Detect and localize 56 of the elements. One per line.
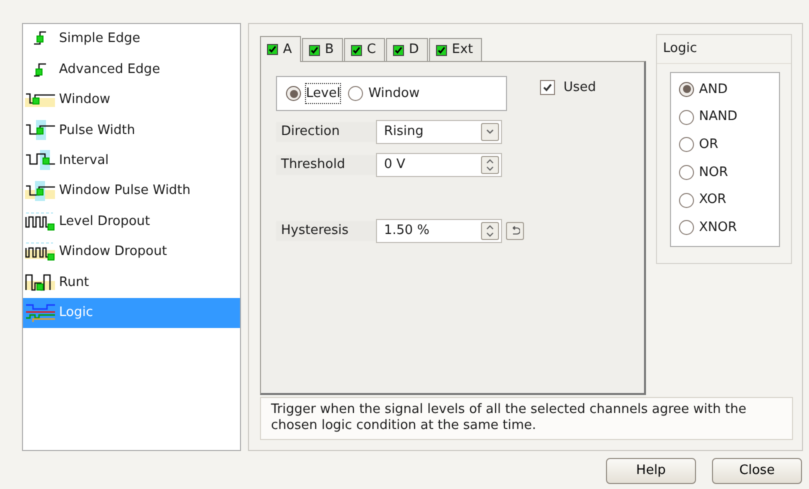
spin-arrows-icon xyxy=(485,224,495,238)
check-icon xyxy=(267,44,278,55)
logic-radio[interactable]: NAND xyxy=(679,103,779,131)
trigger-type-item[interactable]: Advanced Edge xyxy=(23,54,240,85)
used-label: Used xyxy=(563,78,596,97)
trigger-type-item[interactable]: Pulse Width xyxy=(23,115,240,146)
waveform-icon xyxy=(25,150,55,172)
waveform-icon xyxy=(25,302,55,324)
check-icon xyxy=(542,82,554,93)
channel-tab[interactable]: B xyxy=(302,38,343,61)
logic-radio[interactable]: AND xyxy=(679,76,779,104)
mode-radio[interactable]: Level xyxy=(286,84,340,104)
trigger-type-item[interactable]: Window Dropout xyxy=(23,236,240,268)
logic-radio[interactable]: NOR xyxy=(679,158,779,186)
waveform-icon xyxy=(33,62,47,78)
field-label: Threshold xyxy=(276,155,376,175)
used-checkbox[interactable] xyxy=(540,80,556,95)
trigger-type-item[interactable]: Interval xyxy=(23,146,240,176)
waveform-icon xyxy=(25,180,55,202)
dialog-button[interactable]: Help xyxy=(606,458,696,484)
spin-button[interactable] xyxy=(481,222,499,240)
description-text: Trigger when the signal levels of all the selected channels agree with the chosen logic condition at the same time. xyxy=(260,397,793,440)
check-icon xyxy=(350,44,362,56)
number-field[interactable]: 1.50 % xyxy=(376,219,502,243)
field-label: Direction xyxy=(276,122,376,142)
dropdown-button[interactable] xyxy=(481,123,499,141)
number-field[interactable]: 0 V xyxy=(376,153,502,177)
waveform-icon xyxy=(25,272,55,293)
trigger-type-item[interactable]: Level Dropout xyxy=(23,206,240,237)
check-icon xyxy=(308,44,320,56)
check-icon xyxy=(392,44,404,56)
trigger-type-item[interactable]: Simple Edge xyxy=(23,24,240,54)
logic-radio[interactable]: XNOR xyxy=(679,214,779,242)
reset-button[interactable] xyxy=(506,222,524,240)
spin-arrows-icon xyxy=(485,158,495,172)
undo-icon xyxy=(510,226,520,236)
channel-tab[interactable]: Ext xyxy=(428,38,482,61)
channel-tab[interactable]: D xyxy=(386,38,428,61)
logic-radio[interactable]: OR xyxy=(679,130,779,159)
waveform-icon xyxy=(25,120,55,141)
dialog-button[interactable]: Close xyxy=(712,458,802,484)
trigger-type-item[interactable]: Runt xyxy=(23,267,240,298)
channel-tab[interactable]: A xyxy=(260,36,301,62)
spin-button[interactable] xyxy=(481,156,499,174)
channel-tab[interactable]: C xyxy=(344,38,385,61)
waveform-icon xyxy=(25,241,55,262)
logic-radio[interactable]: XOR xyxy=(679,186,779,214)
field-label: Hysteresis xyxy=(276,221,376,241)
waveform-icon xyxy=(33,31,47,48)
waveform-icon xyxy=(25,211,55,232)
caret-icon xyxy=(485,128,495,136)
direction-dropdown[interactable]: Rising xyxy=(376,120,502,144)
trigger-type-item[interactable]: Window xyxy=(23,84,240,116)
trigger-type-item[interactable]: Window Pulse Width xyxy=(23,176,240,206)
mode-radio[interactable]: Window xyxy=(348,84,420,104)
check-icon xyxy=(436,44,447,56)
